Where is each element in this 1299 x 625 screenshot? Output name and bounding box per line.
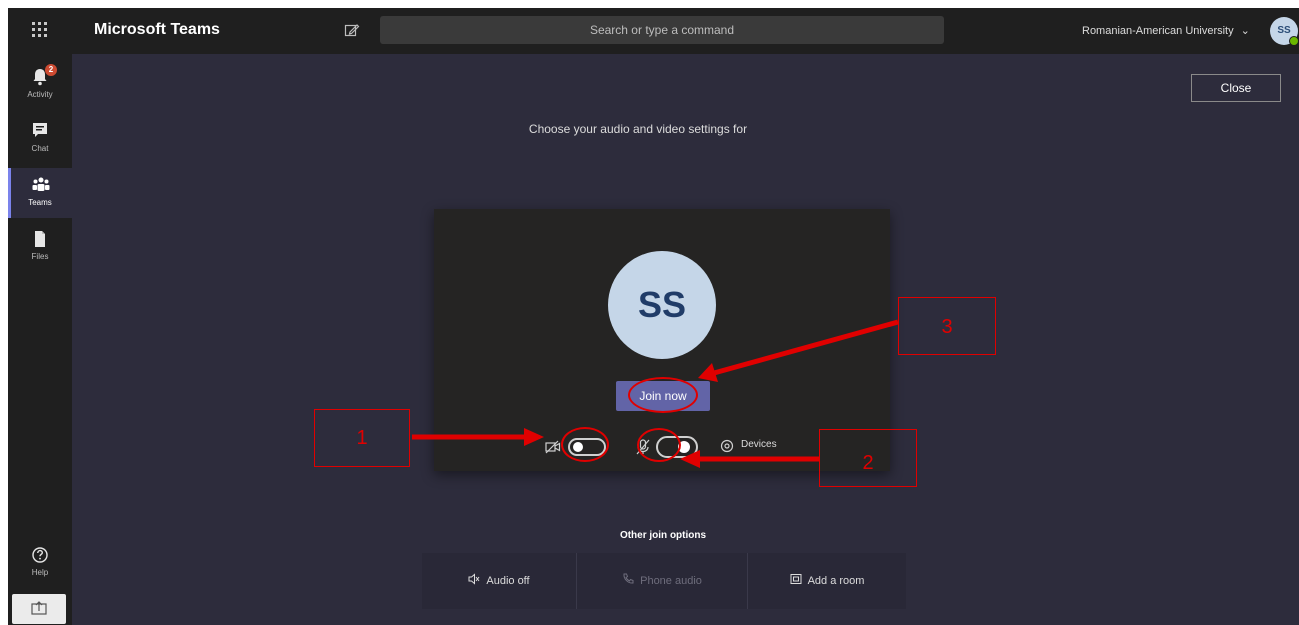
arrow-3-head — [698, 363, 718, 382]
arrow-3-shaft — [713, 319, 899, 376]
annotation-arrows — [412, 319, 899, 468]
arrow-2-head — [680, 450, 700, 468]
teams-window: Microsoft Teams Search or type a command… — [8, 8, 1299, 625]
arrow-1-head — [524, 428, 544, 446]
